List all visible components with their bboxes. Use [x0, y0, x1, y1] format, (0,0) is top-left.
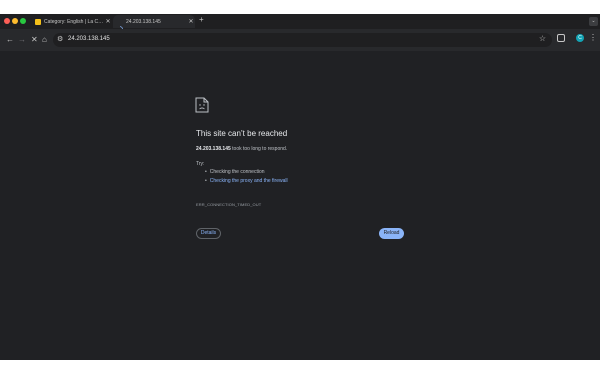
- zoom-window-button[interactable]: [20, 18, 26, 24]
- close-window-button[interactable]: [4, 18, 10, 24]
- loading-spinner-icon: [117, 19, 123, 32]
- summary-text: took too long to respond.: [230, 146, 288, 152]
- error-heading: This site can’t be reached: [196, 129, 288, 138]
- back-arrow-icon[interactable]: ←: [6, 34, 14, 46]
- details-button[interactable]: Details: [196, 228, 221, 239]
- suggestion-item: • Checking the connection: [205, 169, 265, 175]
- browser-toolbar: ← → ✕ ⌂ ⚙ 24.203.138.145 ☆ C ⋮: [0, 29, 600, 51]
- suggestion-item: • Checking the proxy and the firewall: [205, 178, 288, 184]
- site-info-icon[interactable]: ⚙: [57, 35, 63, 43]
- error-page: This site can’t be reached 24.203.138.14…: [0, 51, 600, 360]
- tab-strip: Category: English | La Commu ✕ 24.203.13…: [0, 14, 600, 32]
- error-summary: 24.203.138.145 took too long to respond.: [196, 146, 287, 152]
- tab-category-english[interactable]: Category: English | La Commu ✕: [31, 15, 112, 28]
- new-tab-button[interactable]: +: [199, 15, 204, 24]
- tab-title: 24.203.138.145: [126, 18, 161, 25]
- tab-search-chevron-icon[interactable]: ⌄: [589, 17, 598, 26]
- tab-close-icon[interactable]: ✕: [187, 18, 195, 25]
- extensions-icon[interactable]: [557, 34, 565, 42]
- try-label: Try:: [196, 161, 205, 167]
- sad-document-icon: [195, 97, 209, 113]
- suggestion-check-connection: Checking the connection: [209, 169, 265, 175]
- bookmark-star-icon[interactable]: ☆: [539, 34, 546, 43]
- forward-arrow-icon[interactable]: →: [18, 34, 26, 46]
- stop-loading-icon[interactable]: ✕: [31, 34, 38, 46]
- browser-window: Category: English | La Commu ✕ 24.203.13…: [0, 14, 600, 360]
- suggestion-proxy-firewall-link[interactable]: Checking the proxy and the firewall: [210, 178, 288, 184]
- home-icon[interactable]: ⌂: [42, 34, 47, 46]
- site-favicon-icon: [35, 18, 41, 25]
- browser-menu-icon[interactable]: ⋮: [589, 33, 597, 42]
- host-name: 24.203.138.145: [196, 146, 231, 152]
- reload-button[interactable]: Reload: [379, 228, 404, 239]
- error-code: ERR_CONNECTION_TIMED_OUT: [196, 202, 262, 207]
- url-text[interactable]: 24.203.138.145: [68, 36, 110, 42]
- minimize-window-button[interactable]: [12, 18, 18, 24]
- tab-title: Category: English | La Commu: [44, 18, 104, 25]
- tab-close-icon[interactable]: ✕: [104, 18, 112, 25]
- profile-avatar[interactable]: C: [576, 34, 584, 42]
- tab-current-site[interactable]: 24.203.138.145 ✕: [113, 15, 195, 32]
- address-bar[interactable]: ⚙ 24.203.138.145 ☆: [53, 33, 552, 47]
